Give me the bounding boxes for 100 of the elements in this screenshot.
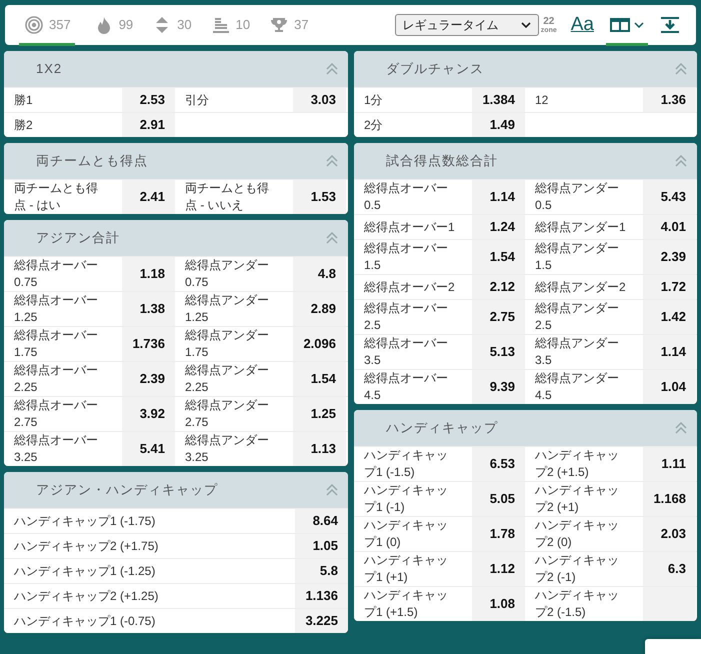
odds-button[interactable]: 1.14 <box>472 180 525 214</box>
odds-button[interactable]: 9.39 <box>472 370 525 404</box>
outcome-label: 総得点アンダー3.25 <box>185 432 270 466</box>
outcome-label: ハンディキャップ1 (-1) <box>364 482 449 516</box>
market-header[interactable]: ダブルチャンス <box>354 51 697 87</box>
odds-button[interactable]: 1.384 <box>472 88 525 112</box>
columns-icon <box>610 18 630 32</box>
odds-button[interactable]: 4.8 <box>293 257 346 291</box>
chevron-down-icon <box>634 22 644 28</box>
outcome-label: ハンディキャップ1 (-0.75) <box>14 612 156 630</box>
odds-button[interactable]: 2.12 <box>472 275 525 299</box>
odds-button[interactable]: 6.3 <box>643 552 696 586</box>
odds-button[interactable]: 1.04 <box>643 370 696 404</box>
odds-button[interactable]: 2.41 <box>122 180 175 214</box>
outcome-label: 総得点オーバー1 <box>364 218 456 236</box>
outcome-label: 総得点アンダー0.5 <box>535 180 620 214</box>
outcome-label: 引分 <box>185 92 210 108</box>
odds-button[interactable]: 5.8 <box>295 559 348 583</box>
popup-panel <box>645 639 701 654</box>
outcome-label: 総得点オーバー4.5 <box>364 370 449 404</box>
odds-button[interactable]: 3.225 <box>295 609 348 633</box>
tool-button[interactable]: Aa <box>568 5 596 45</box>
outcome-label: 総得点オーバー2 <box>364 278 456 296</box>
odds-button[interactable]: 1.54 <box>293 362 346 396</box>
odds-button[interactable]: 5.43 <box>643 180 696 214</box>
odds-button[interactable]: 1.13 <box>293 432 346 466</box>
stacked-bars-icon <box>212 16 230 34</box>
odds-button[interactable]: 1.12 <box>472 552 525 586</box>
odds-button[interactable]: 1.25 <box>293 397 346 431</box>
odds-button[interactable]: 2.75 <box>472 300 525 334</box>
odds-button[interactable]: 1.08 <box>472 587 525 621</box>
odds-button[interactable]: 1.42 <box>643 300 696 334</box>
period-dropdown[interactable]: レギュラータイム <box>394 14 539 36</box>
outcome-label: ハンディキャップ1 (0) <box>364 517 449 551</box>
odds-button[interactable]: 1.05 <box>295 534 348 558</box>
odds-button[interactable]: 1.36 <box>643 88 696 112</box>
outcome-label: 総得点アンダー2.5 <box>535 300 620 334</box>
outcome-label: 総得点オーバー3.5 <box>364 335 449 369</box>
outcome-label: 総得点オーバー0.75 <box>14 257 99 291</box>
outcome-label: 総得点アンダー3.5 <box>535 335 620 369</box>
odds-button[interactable]: 1.136 <box>295 584 348 608</box>
font-size-label: Aa <box>570 12 594 37</box>
odds-button[interactable]: 1.18 <box>122 257 175 291</box>
outcome-label: ハンディキャップ2 (-1.5) <box>535 587 620 621</box>
market-header[interactable]: アジアン合計 <box>4 220 348 256</box>
outcome-label: 両チームとも得点 - はい <box>14 180 99 214</box>
odds-button[interactable]: 1.11 <box>643 447 696 481</box>
outcome-label: 12 <box>535 92 550 108</box>
filter-count: 37 <box>294 16 309 34</box>
odds-button[interactable]: 1.168 <box>643 482 696 516</box>
market-header[interactable]: 両チームとも得点 <box>4 143 348 179</box>
odds-button[interactable]: 2.03 <box>643 517 696 551</box>
outcome-label: 2分 <box>364 116 384 134</box>
outcome-label: ハンディキャップ1 (-1.5) <box>364 447 449 481</box>
outcome-label: 総得点オーバー3.25 <box>14 432 99 466</box>
odds-button[interactable]: 2.39 <box>122 362 175 396</box>
outcome-label: 総得点オーバー2.25 <box>14 362 99 396</box>
outcome-label: ハンディキャップ1 (+1) <box>364 552 449 586</box>
odds-button[interactable]: 1.53 <box>293 180 346 214</box>
chevron-down-icon <box>520 22 531 28</box>
odds-button[interactable]: 5.05 <box>472 482 525 516</box>
outcome-label: 総得点アンダー1.75 <box>185 327 270 361</box>
filter-count: 99 <box>118 16 134 34</box>
outcome-label: 1分 <box>364 92 384 108</box>
outcome-label: 総得点オーバー1.25 <box>14 292 99 326</box>
odds-button[interactable]: 1.14 <box>643 335 696 369</box>
odds-button[interactable]: 4.01 <box>643 215 696 239</box>
odds-button[interactable]: 2.096 <box>293 327 346 361</box>
odds-button[interactable]: 3.92 <box>122 397 175 431</box>
odds-button[interactable]: 1.736 <box>122 327 175 361</box>
outcome-label: ハンディキャップ2 (+1.75) <box>14 538 158 554</box>
outcome-label: ハンディキャップ1 (+1.5) <box>364 587 449 621</box>
odds-button[interactable]: 6.53 <box>472 447 525 481</box>
odds-button[interactable]: 1.24 <box>472 215 525 239</box>
outcome-label: 総得点アンダー2 <box>535 278 627 296</box>
trophy-icon <box>270 16 288 34</box>
odds-button[interactable]: 1.54 <box>472 240 525 274</box>
odds-button[interactable]: 5.41 <box>122 432 175 466</box>
odds-button[interactable]: 1.38 <box>122 292 175 326</box>
odds-button[interactable]: 1.72 <box>643 275 696 299</box>
outcome-label: ハンディキャップ1 (-1.75) <box>14 512 156 530</box>
odds-button[interactable]: 8.64 <box>295 509 348 533</box>
market-header[interactable]: アジアン・ハンディキャップ <box>4 472 348 508</box>
odds-button[interactable]: 2.39 <box>643 240 696 274</box>
odds-button[interactable]: 2.91 <box>122 113 175 137</box>
odds-button[interactable]: 1.49 <box>472 113 525 137</box>
outcome-label: 勝2 <box>14 116 34 134</box>
market-header[interactable]: 試合得点数総合計 <box>354 143 697 179</box>
odds-button[interactable]: 3.03 <box>293 88 346 112</box>
outcome-label: ハンディキャップ1 (-1.25) <box>14 562 156 580</box>
outcome-label: ハンディキャップ2 (+1.25) <box>14 588 158 604</box>
odds-button[interactable]: 2.89 <box>293 292 346 326</box>
odds-button[interactable]: 5.13 <box>472 335 525 369</box>
download-icon <box>660 17 680 33</box>
odds-button[interactable]: 1.78 <box>472 517 525 551</box>
market-header[interactable]: ハンディキャップ <box>354 410 697 446</box>
outcome-label: 総得点アンダー0.75 <box>185 257 270 291</box>
market-header[interactable]: 1X2 <box>4 51 348 87</box>
filter-count: 357 <box>49 16 71 34</box>
odds-button[interactable]: 2.53 <box>122 88 175 112</box>
